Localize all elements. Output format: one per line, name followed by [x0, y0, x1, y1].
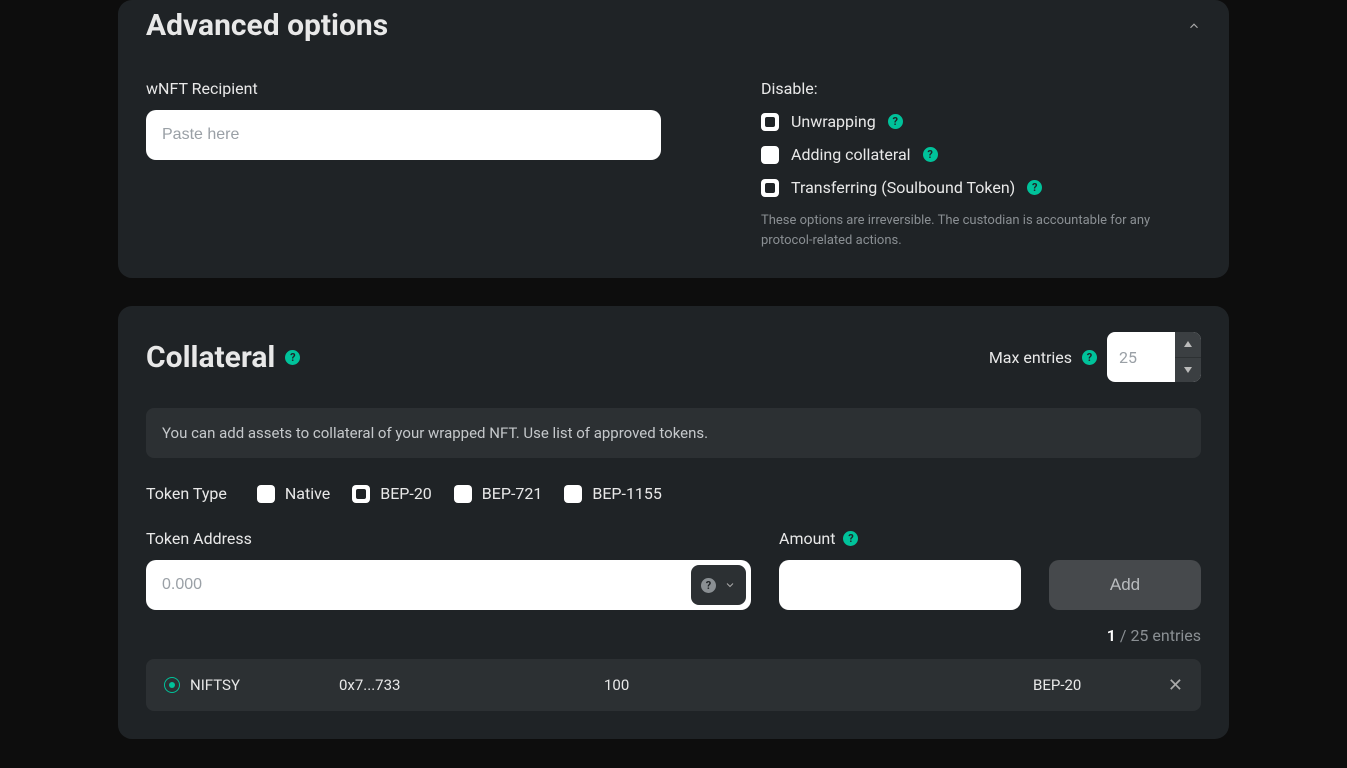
advanced-header[interactable]: Advanced options: [146, 8, 1201, 43]
collateral-card: Collateral ? Max entries ? 25 You can ad…: [118, 306, 1229, 739]
bep20-label: BEP-20: [380, 484, 432, 503]
max-entries-value[interactable]: 25: [1107, 332, 1175, 382]
chevron-down-icon: [724, 579, 736, 591]
chevron-up-icon[interactable]: [1187, 19, 1201, 33]
transferring-label: Transferring (Soulbound Token): [791, 178, 1015, 197]
help-icon[interactable]: ?: [888, 114, 903, 129]
entry-standard: BEP-20: [1033, 676, 1163, 694]
collateral-info-banner: You can add assets to collateral of your…: [146, 408, 1201, 458]
entry-symbol: NIFTSY: [190, 676, 240, 694]
amount-label-text: Amount: [779, 529, 835, 548]
advanced-options-card: Advanced options wNFT Recipient Disable:…: [118, 0, 1229, 278]
adding-collateral-checkbox[interactable]: [761, 146, 779, 164]
token-type-bep20[interactable]: BEP-20: [352, 484, 432, 503]
help-icon[interactable]: ?: [1027, 180, 1042, 195]
token-type-bep721[interactable]: BEP-721: [454, 484, 543, 503]
advanced-title: Advanced options: [146, 8, 388, 43]
help-icon[interactable]: ?: [285, 350, 300, 365]
max-entries-label: Max entries: [989, 348, 1072, 367]
native-checkbox[interactable]: [257, 485, 275, 503]
max-entries-stepper: 25: [1107, 332, 1201, 382]
unwrapping-checkbox[interactable]: [761, 113, 779, 131]
token-address-label: Token Address: [146, 529, 751, 548]
stepper-up-button[interactable]: [1175, 332, 1201, 358]
recipient-label: wNFT Recipient: [146, 79, 661, 98]
token-select-button[interactable]: ?: [691, 565, 746, 605]
add-button[interactable]: Add: [1049, 560, 1201, 610]
disable-label: Disable:: [761, 79, 1201, 98]
entries-total: 25 entries: [1130, 626, 1201, 645]
adding-collateral-label: Adding collateral: [791, 145, 911, 164]
help-icon[interactable]: ?: [923, 147, 938, 162]
native-label: Native: [285, 484, 330, 503]
bep1155-checkbox[interactable]: [564, 485, 582, 503]
token-type-native[interactable]: Native: [257, 484, 330, 503]
advanced-note: These options are irreversible. The cust…: [761, 211, 1181, 250]
max-entries-group: Max entries ? 25: [989, 332, 1201, 382]
bep20-checkbox[interactable]: [352, 485, 370, 503]
disable-unwrapping-row: Unwrapping ?: [761, 112, 1201, 131]
entries-sep: /: [1116, 626, 1131, 645]
niftsy-token-icon: [164, 677, 180, 693]
collateral-title-text: Collateral: [146, 340, 275, 375]
bep721-checkbox[interactable]: [454, 485, 472, 503]
entry-amount: 100: [604, 676, 1033, 694]
collateral-entry-row: NIFTSY 0x7...733 100 BEP-20 ✕: [146, 659, 1201, 711]
help-icon[interactable]: ?: [843, 531, 858, 546]
remove-entry-button[interactable]: ✕: [1163, 675, 1183, 696]
amount-label: Amount ?: [779, 529, 1021, 548]
unwrapping-label: Unwrapping: [791, 112, 876, 131]
entries-current: 1: [1107, 626, 1116, 645]
collateral-title: Collateral ?: [146, 340, 300, 375]
token-type-label: Token Type: [146, 484, 227, 503]
disable-transferring-row: Transferring (Soulbound Token) ?: [761, 178, 1201, 197]
help-icon[interactable]: ?: [1082, 350, 1097, 365]
transferring-checkbox[interactable]: [761, 179, 779, 197]
disable-adding-collateral-row: Adding collateral ?: [761, 145, 1201, 164]
amount-input[interactable]: [779, 560, 1021, 610]
entries-count: 1 / 25 entries: [146, 626, 1201, 645]
recipient-input[interactable]: [146, 110, 661, 160]
token-type-bep1155[interactable]: BEP-1155: [564, 484, 662, 503]
entry-address: 0x7...733: [339, 676, 604, 694]
bep721-label: BEP-721: [482, 484, 543, 503]
token-type-row: Token Type Native BEP-20 BEP-721 BEP-115…: [146, 484, 1201, 503]
token-unknown-icon: ?: [701, 578, 716, 593]
bep1155-label: BEP-1155: [592, 484, 662, 503]
stepper-down-button[interactable]: [1175, 358, 1201, 383]
token-address-input[interactable]: [146, 560, 751, 610]
